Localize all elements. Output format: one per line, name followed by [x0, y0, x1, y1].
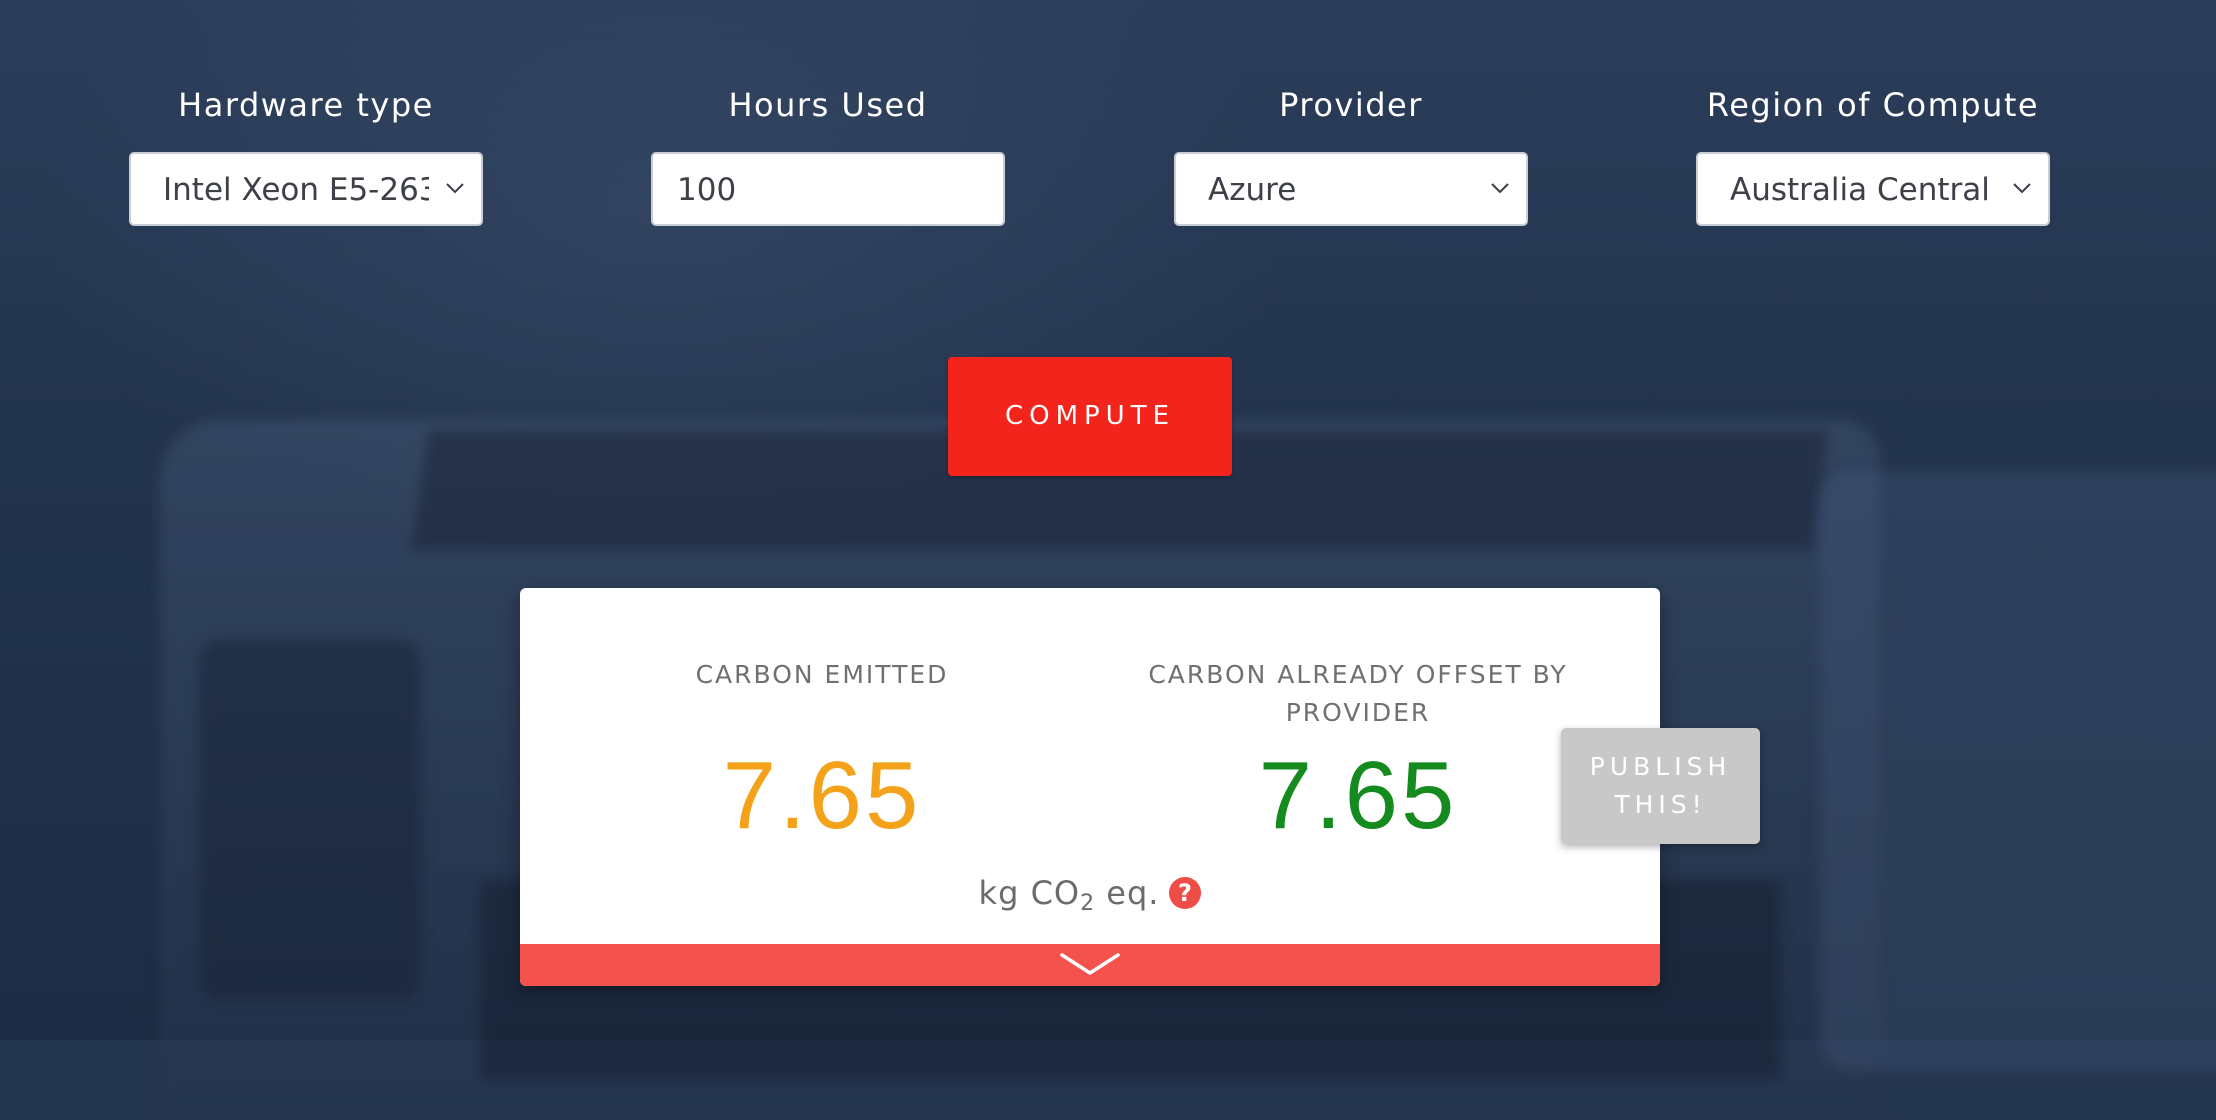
- background-box-shape: [1820, 470, 2216, 1070]
- region-field: Region of Compute Australia Central: [1696, 84, 2050, 226]
- region-value: Australia Central: [1730, 172, 1990, 208]
- unit-subscript: 2: [1080, 891, 1096, 916]
- publish-button[interactable]: PUBLISH THIS!: [1561, 728, 1760, 844]
- hours-used-field: Hours Used 100: [651, 84, 1005, 226]
- chevron-down-icon: [1491, 183, 1509, 194]
- unit-suffix: eq.: [1095, 874, 1160, 912]
- carbon-emitted-value: 7.65: [722, 742, 922, 849]
- provider-field: Provider Azure: [1174, 84, 1528, 226]
- chevron-down-icon: [446, 183, 464, 194]
- provider-value: Azure: [1208, 172, 1297, 208]
- hardware-type-value: Intel Xeon E5-2630: [163, 172, 429, 208]
- background-panel-shape: [200, 640, 420, 1000]
- region-select[interactable]: Australia Central: [1696, 152, 2050, 226]
- hardware-type-field: Hardware type Intel Xeon E5-2630: [129, 84, 483, 226]
- unit-prefix: kg CO: [978, 874, 1081, 912]
- results-card: CARBON EMITTED 7.65 CARBON ALREADY OFFSE…: [520, 588, 1660, 986]
- hardware-type-label: Hardware type: [178, 86, 434, 124]
- publish-button-label: PUBLISH THIS!: [1589, 752, 1732, 819]
- region-label: Region of Compute: [1706, 86, 2040, 124]
- provider-label: Provider: [1279, 86, 1423, 124]
- hours-used-label: Hours Used: [728, 86, 928, 124]
- hours-used-value: 100: [677, 172, 737, 208]
- carbon-emitted-label: CARBON EMITTED: [695, 660, 949, 689]
- hardware-type-select[interactable]: Intel Xeon E5-2630: [129, 152, 483, 226]
- carbon-offset-value: 7.65: [1258, 742, 1458, 849]
- expand-details-bar[interactable]: [520, 944, 1660, 986]
- provider-select[interactable]: Azure: [1174, 152, 1528, 226]
- carbon-offset-label: CARBON ALREADY OFFSET BY PROVIDER: [1148, 660, 1568, 727]
- hours-used-input[interactable]: 100: [651, 152, 1005, 226]
- chevron-down-icon: [1060, 953, 1120, 975]
- question-circle-icon[interactable]: ?: [1169, 877, 1202, 909]
- chevron-down-icon: [2013, 183, 2031, 194]
- compute-button[interactable]: COMPUTE: [948, 357, 1232, 476]
- unit-label: kg CO2 eq.?: [520, 874, 1660, 916]
